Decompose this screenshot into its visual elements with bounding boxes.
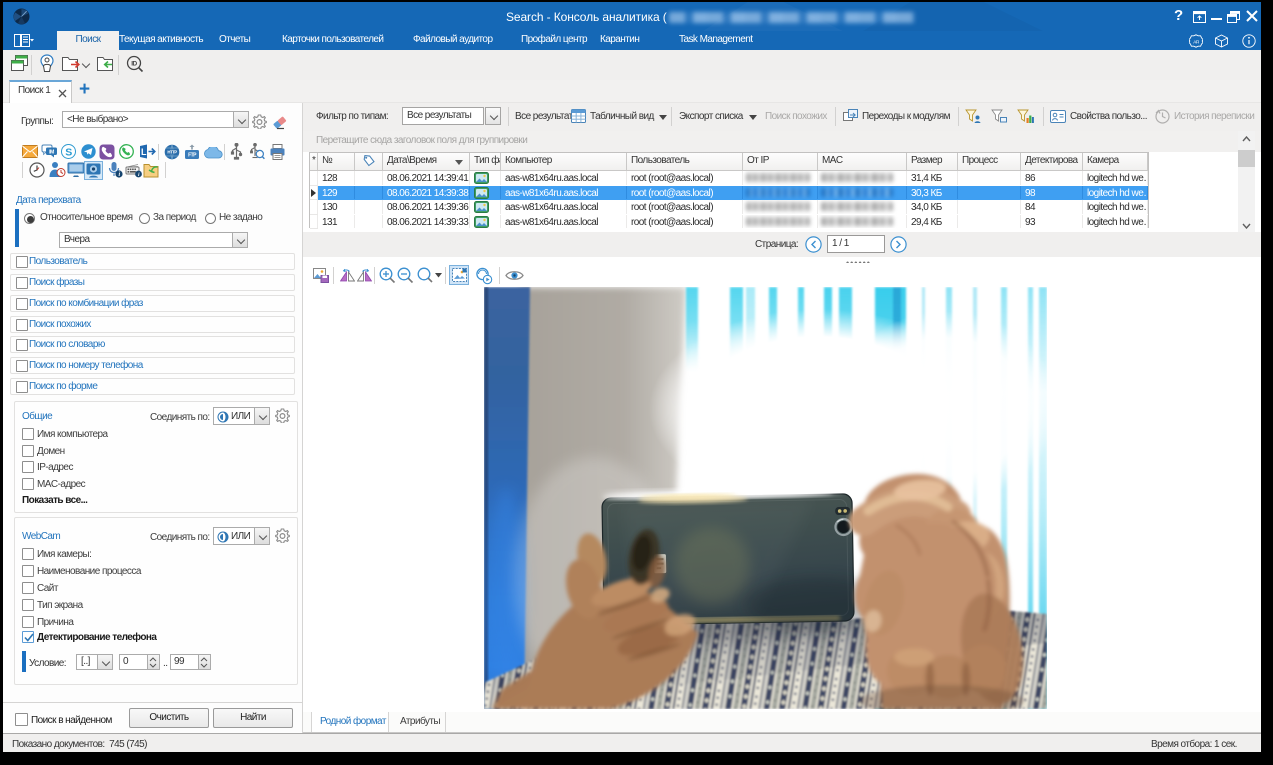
svg-text:FTP: FTP [188,153,197,159]
svg-text:S: S [65,146,72,158]
svg-text:AFI: AFI [1193,39,1199,44]
svg-text:IM: IM [49,150,54,156]
svg-text:ID: ID [131,61,137,68]
svg-text:HTTP: HTTP [167,149,177,154]
